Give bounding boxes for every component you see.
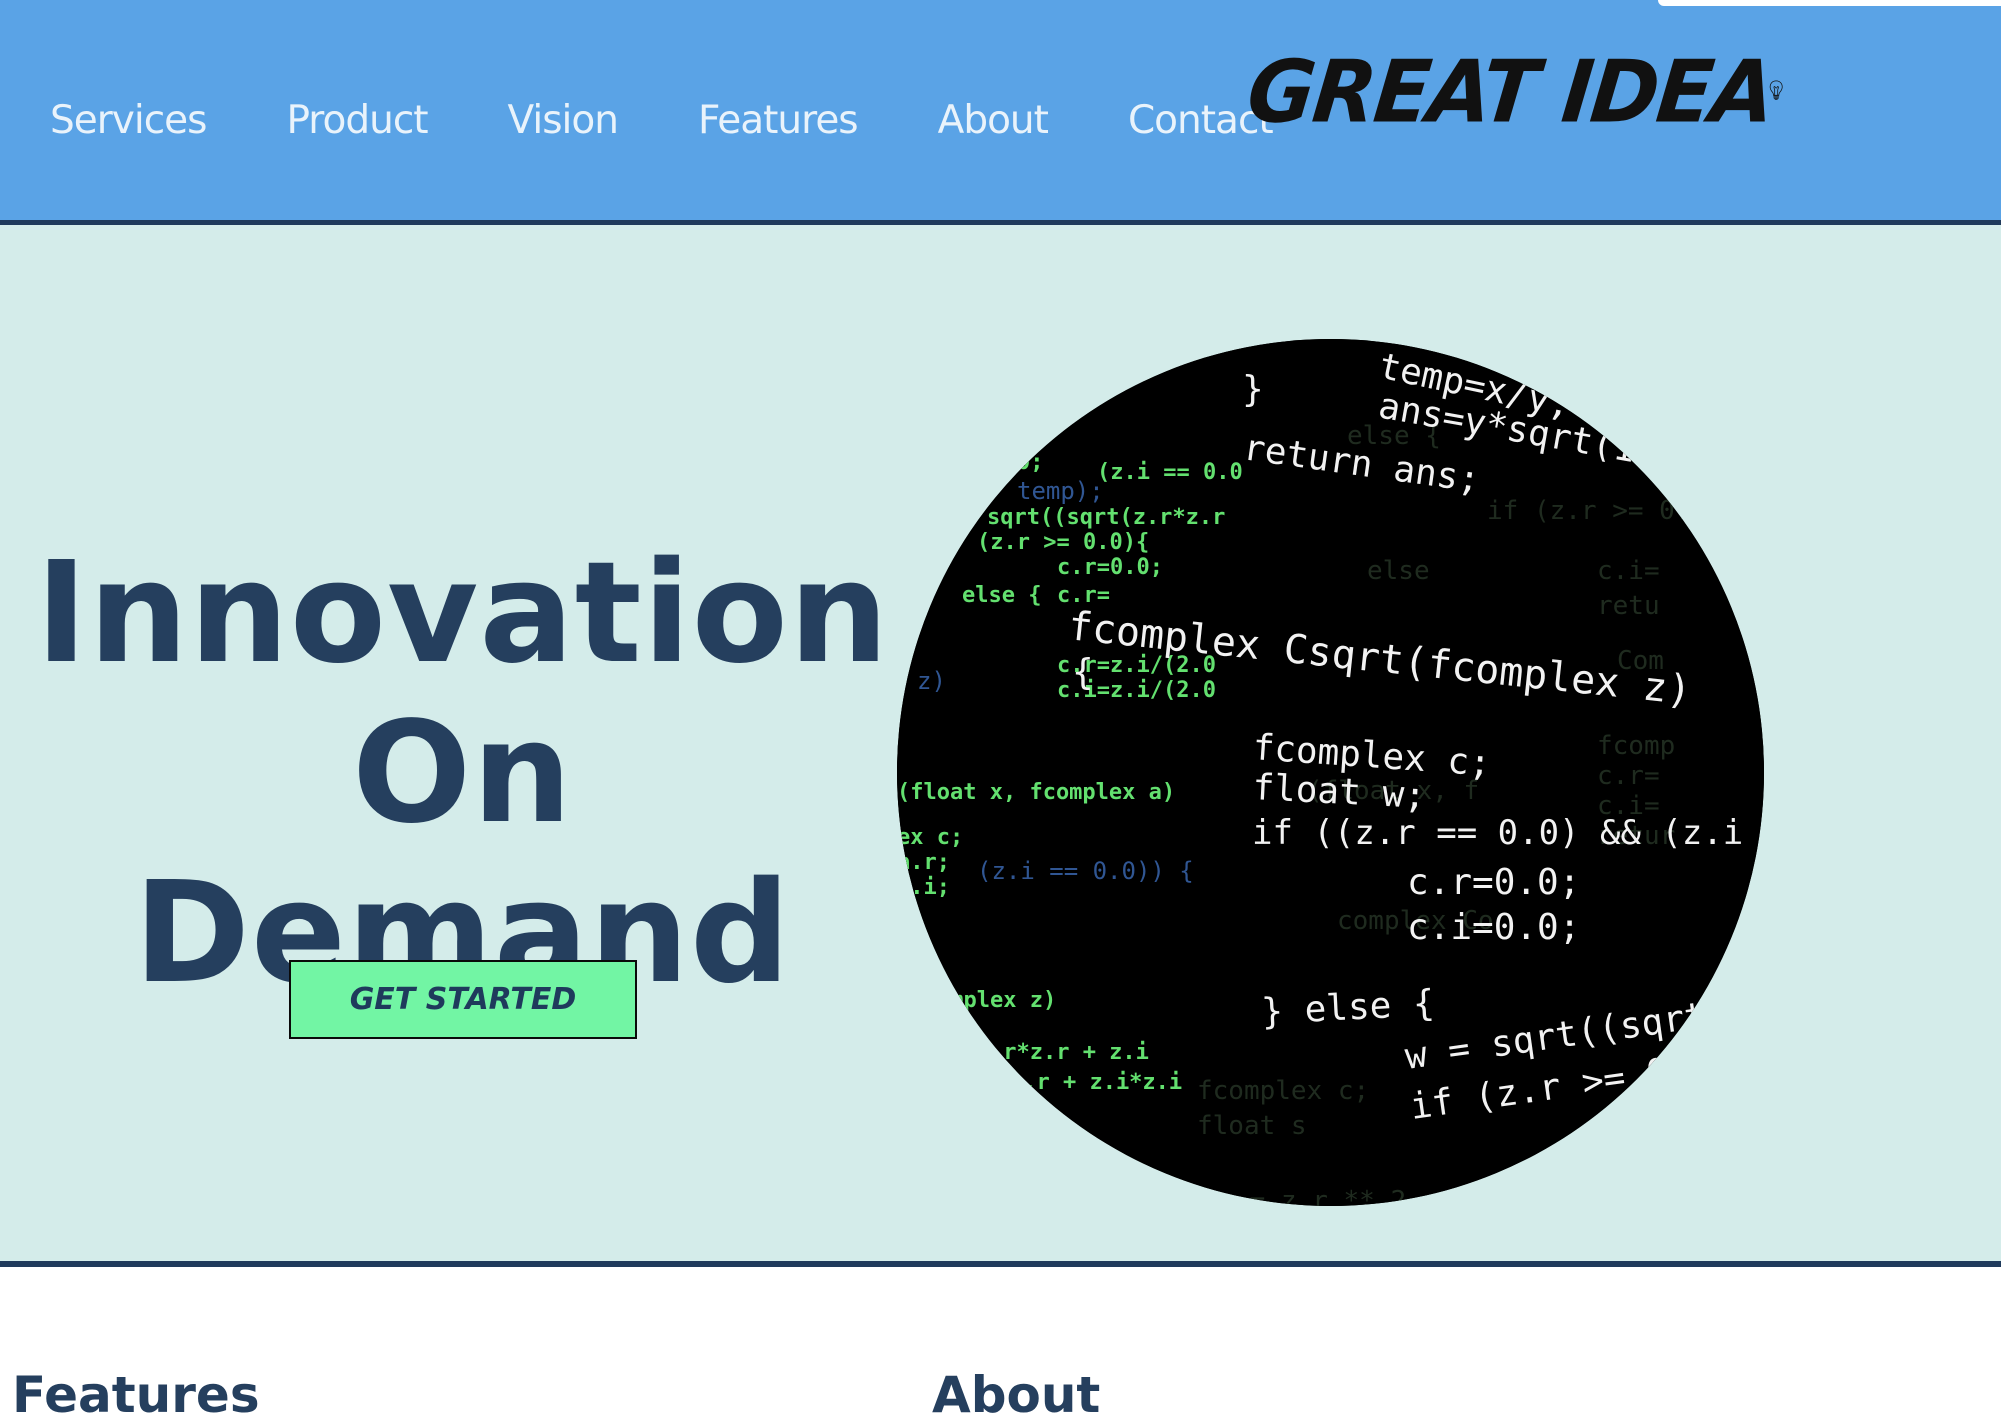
svg-text:omplex z): omplex z) [937,988,1056,1013]
svg-text:else {: else { [962,583,1041,608]
svg-text:c.i=: c.i= [1597,556,1660,586]
svg-text:z.r*z.r + z.i*z.i: z.r*z.r + z.i*z.i [957,1070,1182,1095]
svg-text:sqrt((sqrt(z.r*z.r: sqrt((sqrt(z.r*z.r [987,505,1225,530]
svg-text:0;: 0; [1017,450,1044,475]
nav-item-product[interactable]: Product [286,98,428,143]
code-line-10: c.r=0.0; [1407,862,1580,903]
code-line-6: { [1072,652,1094,693]
code-line-3: } [1242,369,1264,410]
site-header: Services Product Vision Features About C… [0,0,2001,225]
svg-text:retu: retu [1597,591,1660,621]
svg-text:(z.i == 0.0)) {: (z.i == 0.0)) { [977,857,1194,885]
about-heading: About [932,1365,1101,1424]
hero-title: Innovation On Demand [0,531,925,1014]
svg-text:z): z) [917,667,946,695]
hero-title-line-2: On [352,691,573,855]
svg-text:c.r=0.0;: c.r=0.0; [1057,555,1163,580]
svg-text:(z.i == 0.0: (z.i == 0.0 [1097,460,1243,485]
nav-item-about[interactable]: About [938,98,1049,143]
svg-text:else: else [1367,556,1430,586]
code-image: else { if (z.r >= 0.0) { c.i= retu else … [897,339,1764,1206]
hero-section: Innovation On Demand GET STARTED else { … [0,225,2001,1267]
get-started-button[interactable]: GET STARTED [289,960,637,1039]
svg-text:(float x, fcomplex a): (float x, fcomplex a) [897,780,1175,805]
svg-text:rt(z.r*z.r + z.i: rt(z.r*z.r + z.i [937,1040,1149,1065]
svg-text:(z.r >= 0.0){: (z.r >= 0.0){ [977,530,1149,555]
svg-text:ex c;: ex c; [897,825,963,850]
svg-text:fcomplex c;: fcomplex c; [1197,1076,1369,1106]
code-image-graphic: else { if (z.r >= 0.0) { c.i= retu else … [897,339,1764,1206]
svg-text:fcomp: fcomp [1597,731,1675,761]
nav-item-features[interactable]: Features [698,98,859,143]
hero-title-line-1: Innovation [35,531,890,695]
code-line-11: c.i=0.0; [1407,907,1580,948]
svg-text:{: { [1037,420,1050,445]
svg-text:c.r = z.r ** 2: c.r = z.r ** 2 [1187,1186,1406,1206]
nav-item-services[interactable]: Services [50,98,207,143]
top-right-strip [1658,0,2001,6]
site-logo[interactable]: GREAT IDEA [1243,38,1783,148]
svg-text:fcomp: fcomp [1007,1176,1085,1206]
features-heading: Features [12,1365,260,1424]
svg-text:if (z.r >= 0.0) {: if (z.r >= 0.0) { [1487,496,1753,526]
svg-text:temp);: temp); [1017,477,1104,505]
code-line-9: if ((z.r == 0.0) && (z.i == 0.0)) { [1252,813,1764,853]
nav-item-vision[interactable]: Vision [508,98,619,143]
svg-text:float s: float s [1197,1111,1307,1141]
logo-text: GREAT IDEA [1242,42,1778,143]
main-nav: Services Product Vision Features About C… [50,92,1274,148]
svg-text:c.r=: c.r= [1597,761,1660,791]
